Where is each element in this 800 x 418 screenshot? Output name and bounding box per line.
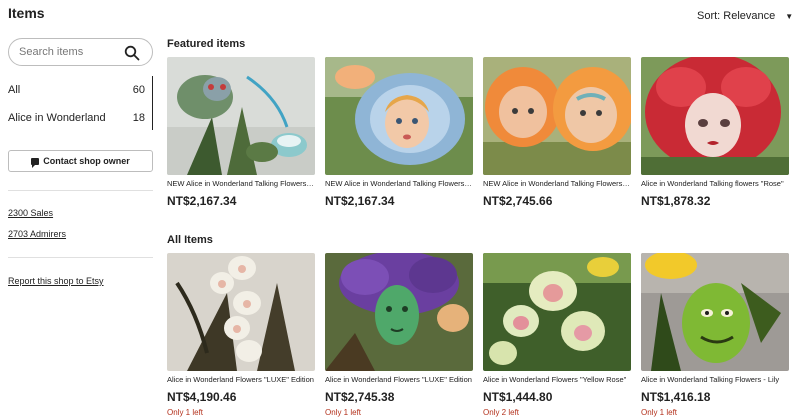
- product-title[interactable]: NEW Alice in Wonderland Talking Flowers …: [483, 179, 631, 189]
- chat-bubble-icon: [31, 157, 40, 168]
- sort-label: Sort: Relevance: [697, 10, 776, 22]
- admirers-link[interactable]: 2703 Admirers: [8, 229, 66, 239]
- all-items-section-title: All Items: [167, 234, 213, 246]
- product-price: NT$1,878.32: [641, 194, 711, 208]
- report-shop-link[interactable]: Report this shop to Etsy: [8, 276, 104, 286]
- product-title[interactable]: NEW Alice in Wonderland Talking Flowers …: [167, 179, 315, 189]
- sidebar-divider: [8, 257, 153, 258]
- category-count: 60: [132, 84, 145, 96]
- item-card[interactable]: Alice in Wonderland Flowers "Yellow Rose…: [483, 253, 631, 417]
- featured-item-card[interactable]: NEW Alice in Wonderland Talking Flowers …: [483, 57, 631, 208]
- featured-section-title: Featured items: [167, 38, 246, 50]
- product-title[interactable]: NEW Alice in Wonderland Talking Flowers …: [325, 179, 473, 189]
- item-card[interactable]: Alice in Wonderland Flowers "LUXE" Editi…: [167, 253, 315, 417]
- item-card[interactable]: Alice in Wonderland Talking Flowers - Li…: [641, 253, 789, 417]
- product-image[interactable]: [483, 253, 631, 371]
- product-price: NT$2,167.34: [167, 194, 237, 208]
- stock-notice: Only 1 left: [641, 408, 678, 417]
- product-title[interactable]: Alice in Wonderland Flowers "LUXE" Editi…: [167, 375, 315, 385]
- product-title[interactable]: Alice in Wonderland Flowers "Yellow Rose…: [483, 375, 631, 385]
- search-icon[interactable]: [124, 45, 140, 61]
- product-image[interactable]: [641, 253, 789, 371]
- item-card[interactable]: Alice in Wonderland Flowers "LUXE" Editi…: [325, 253, 473, 417]
- product-price: NT$2,745.66: [483, 194, 553, 208]
- product-title[interactable]: Alice in Wonderland Flowers "LUXE" Editi…: [325, 375, 473, 385]
- category-list: All 60 Alice in Wonderland 18: [8, 76, 153, 132]
- product-image[interactable]: [483, 57, 631, 175]
- featured-item-card[interactable]: NEW Alice in Wonderland Talking Flowers …: [325, 57, 473, 208]
- stock-notice: Only 1 left: [167, 408, 204, 417]
- contact-shop-owner-button[interactable]: Contact shop owner: [8, 150, 153, 172]
- stock-notice: Only 1 left: [325, 408, 362, 417]
- product-image[interactable]: [167, 57, 315, 175]
- category-label: All: [8, 84, 21, 96]
- featured-item-card[interactable]: Alice in Wonderland Talking flowers "Ros…: [641, 57, 789, 208]
- product-price: NT$2,167.34: [325, 194, 395, 208]
- caret-down-icon: ▼: [785, 11, 794, 21]
- contact-label: Contact shop owner: [43, 156, 130, 166]
- product-price: NT$4,190.46: [167, 390, 237, 404]
- product-price: NT$1,444.80: [483, 390, 553, 404]
- product-image[interactable]: [641, 57, 789, 175]
- category-all[interactable]: All 60: [8, 76, 153, 104]
- product-image[interactable]: [167, 253, 315, 371]
- product-title[interactable]: Alice in Wonderland Talking Flowers - Li…: [641, 375, 789, 385]
- product-price: NT$2,745.38: [325, 390, 395, 404]
- search-input[interactable]: [19, 46, 119, 58]
- category-alice-in-wonderland[interactable]: Alice in Wonderland 18: [8, 104, 153, 132]
- sales-link[interactable]: 2300 Sales: [8, 208, 53, 218]
- category-label: Alice in Wonderland: [8, 112, 106, 124]
- product-title[interactable]: Alice in Wonderland Talking flowers "Ros…: [641, 179, 789, 189]
- product-price: NT$1,416.18: [641, 390, 711, 404]
- product-image[interactable]: [325, 253, 473, 371]
- product-image[interactable]: [325, 57, 473, 175]
- search-box[interactable]: [8, 38, 153, 66]
- featured-item-card[interactable]: NEW Alice in Wonderland Talking Flowers …: [167, 57, 315, 208]
- stock-notice: Only 2 left: [483, 408, 520, 417]
- sort-dropdown[interactable]: Sort: Relevance ▼: [697, 10, 793, 22]
- sidebar-divider: [8, 190, 153, 191]
- page-title: Items: [8, 5, 45, 21]
- category-count: 18: [132, 112, 145, 124]
